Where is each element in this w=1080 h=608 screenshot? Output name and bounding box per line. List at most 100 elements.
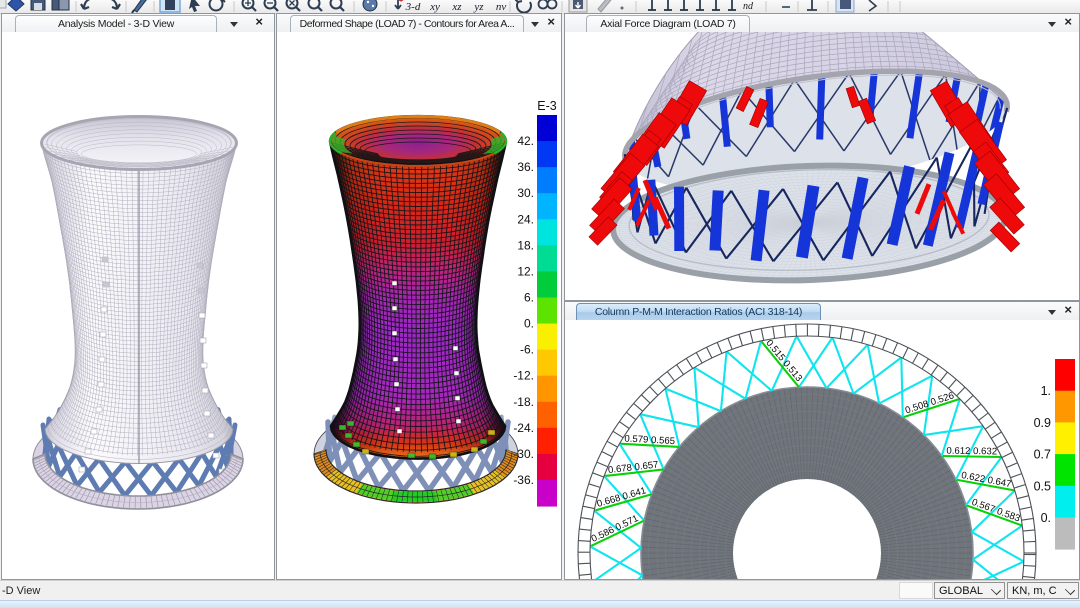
tab-interaction-ratios[interactable]: Column P-M-M Interaction Ratios (ACI 318… — [576, 303, 821, 320]
contour-legend-swatch — [537, 245, 557, 272]
perpendicular-axis-icon[interactable] — [869, 0, 876, 11]
axial-force-viewport[interactable] — [565, 32, 1079, 300]
contour-legend-tick: -24. — [513, 421, 534, 435]
chevron-down-icon — [1065, 585, 1075, 595]
contour-legend-tick: -30. — [513, 447, 534, 461]
analysis-model-viewport[interactable] — [2, 32, 274, 579]
contour-legend-tick: 0. — [524, 317, 534, 331]
pane-close-icon[interactable]: × — [1064, 14, 1072, 30]
svg-text:nv: nv — [496, 1, 507, 13]
deformed-shape-viewport[interactable]: E-342.36.30.24.18.12.6.0.-6.-12.-18.-24.… — [277, 32, 561, 579]
yz-view-icon[interactable]: nv — [496, 1, 507, 13]
new-model-icon[interactable] — [8, 0, 24, 11]
dash-separator-icon[interactable] — [836, 0, 854, 12]
i-section-2-icon[interactable] — [696, 0, 704, 10]
coordinate-system-select[interactable]: GLOBAL — [934, 582, 1005, 599]
pane-close-icon[interactable]: × — [255, 14, 263, 30]
pane-menu-caret-icon[interactable] — [531, 22, 539, 27]
ratio-legend-swatch — [1055, 359, 1075, 391]
pane-close-icon[interactable]: × — [1064, 302, 1072, 318]
contour-legend-swatch — [537, 167, 557, 194]
contour-legend-swatch — [537, 297, 557, 324]
restore-full-view-icon[interactable] — [265, 0, 279, 11]
tab-axial-force[interactable]: Axial Force Diagram (LOAD 7) — [586, 15, 750, 32]
contour-legend-tick: -12. — [513, 369, 534, 383]
zoom-out-one-step-icon[interactable] — [331, 0, 345, 11]
pane-menu-caret-icon[interactable] — [230, 22, 238, 27]
dot-marker-icon[interactable] — [664, 0, 672, 10]
restore-previous-zoom-icon[interactable] — [287, 0, 301, 11]
contour-legend-swatch — [537, 271, 557, 298]
save-icon[interactable] — [31, 0, 45, 10]
main-toolbar[interactable]: 3-d xyxzyznv nd — [0, 0, 1080, 14]
i-section-5-icon[interactable]: nd — [743, 1, 754, 12]
save-as-icon[interactable] — [52, 0, 69, 10]
perspective-toggle-icon[interactable] — [569, 0, 587, 12]
3d-view-icon[interactable]: xy — [429, 1, 440, 13]
pane-menu-caret-icon[interactable] — [1048, 310, 1056, 315]
svg-text:0.622 0.647: 0.622 0.647 — [960, 470, 1012, 490]
rubber-band-zoom-icon[interactable] — [243, 0, 257, 11]
named-display-nd-icon[interactable] — [807, 0, 817, 10]
pane-deformed-titlebar: Deformed Shape (LOAD 7) - Contours for A… — [277, 14, 561, 33]
svg-text:yz: yz — [473, 1, 484, 13]
svg-text:0.668 0.641: 0.668 0.641 — [596, 485, 648, 510]
tab-analysis-model[interactable]: Analysis Model - 3-D View — [15, 15, 217, 32]
contour-legend-swatch — [537, 480, 557, 507]
pan-icon[interactable] — [363, 0, 377, 11]
contour-legend-tick: 12. — [517, 264, 534, 278]
tab-axial-label: Axial Force Diagram (LOAD 7) — [600, 18, 735, 30]
i-section-4-icon[interactable] — [728, 0, 736, 10]
units-value: KN, m, C — [1012, 585, 1057, 597]
zoom-in-one-step-icon[interactable] — [309, 0, 323, 11]
pane-interaction-titlebar: Column P-M-M Interaction Ratios (ACI 318… — [565, 302, 1079, 321]
undo-icon[interactable] — [81, 0, 95, 9]
snap-sphere-icon[interactable] — [395, 0, 404, 9]
pane-analysis-titlebar: Analysis Model - 3-D View × — [2, 14, 274, 33]
svg-text:3-d: 3-d — [405, 1, 421, 13]
nv-view-icon[interactable] — [515, 0, 531, 13]
interaction-ratios-viewport[interactable]: 0.567 0.5830.622 0.6470.612 0.6320.508 0… — [565, 320, 1079, 579]
contour-legend-tick: 18. — [517, 238, 534, 252]
ratio-legend: 1.0.90.70.50. — [1034, 359, 1075, 550]
pen-edit-icon[interactable] — [132, 0, 147, 13]
contour-legend-swatch — [537, 376, 557, 403]
chevron-down-icon — [991, 585, 1001, 595]
rotate-3d-view-icon[interactable] — [539, 0, 557, 9]
contour-legend-swatch — [537, 428, 557, 455]
xz-view-icon[interactable]: yz — [473, 1, 484, 13]
pane-analysis-model: Analysis Model - 3-D View × — [1, 13, 275, 580]
svg-text:xz: xz — [451, 1, 462, 13]
ratio-legend-swatch — [1055, 391, 1075, 423]
pointer-select-icon[interactable] — [189, 0, 200, 12]
xy-view-icon[interactable]: xz — [451, 1, 462, 13]
ratio-legend-swatch — [1055, 454, 1075, 486]
object-shrink-toggle-icon[interactable] — [598, 0, 611, 12]
contour-legend-swatch — [537, 454, 557, 481]
contour-legend-tick: 24. — [517, 212, 534, 226]
tab-deformed-shape[interactable]: Deformed Shape (LOAD 7) - Contours for A… — [290, 15, 524, 32]
redo-icon[interactable] — [106, 0, 120, 9]
pane-close-icon[interactable]: × — [547, 14, 555, 30]
pane-axial-titlebar: Axial Force Diagram (LOAD 7) × — [565, 14, 1079, 33]
svg-text:0.567 0.583: 0.567 0.583 — [970, 497, 1021, 525]
contour-legend-title: E-3 — [537, 99, 557, 113]
ratio-legend-swatch — [1055, 422, 1075, 454]
units-select[interactable]: KN, m, C — [1007, 582, 1079, 599]
contour-legend-tick: 6. — [524, 290, 534, 304]
refresh-window-icon[interactable] — [210, 0, 226, 11]
down-one-gridline-icon[interactable] — [621, 7, 624, 10]
coordinate-system-value: GLOBAL — [939, 585, 983, 597]
ratio-legend-tick: 1. — [1041, 384, 1051, 398]
lock-model-icon[interactable] — [160, 0, 180, 12]
i-section-1-icon[interactable] — [680, 0, 688, 10]
tab-deformed-label: Deformed Shape (LOAD 7) - Contours for A… — [300, 18, 515, 30]
pane-menu-caret-icon[interactable] — [1048, 22, 1056, 27]
contour-legend-swatch — [537, 402, 557, 429]
draw-special-joint-icon[interactable]: 3-d — [405, 1, 421, 13]
contour-legend-swatch — [537, 350, 557, 377]
move-down-pen-icon[interactable] — [648, 0, 656, 10]
i-section-3-icon[interactable] — [712, 0, 720, 10]
status-view-label: -D View — [2, 585, 40, 597]
status-bar: -D View GLOBAL KN, m, C — [0, 580, 1080, 601]
